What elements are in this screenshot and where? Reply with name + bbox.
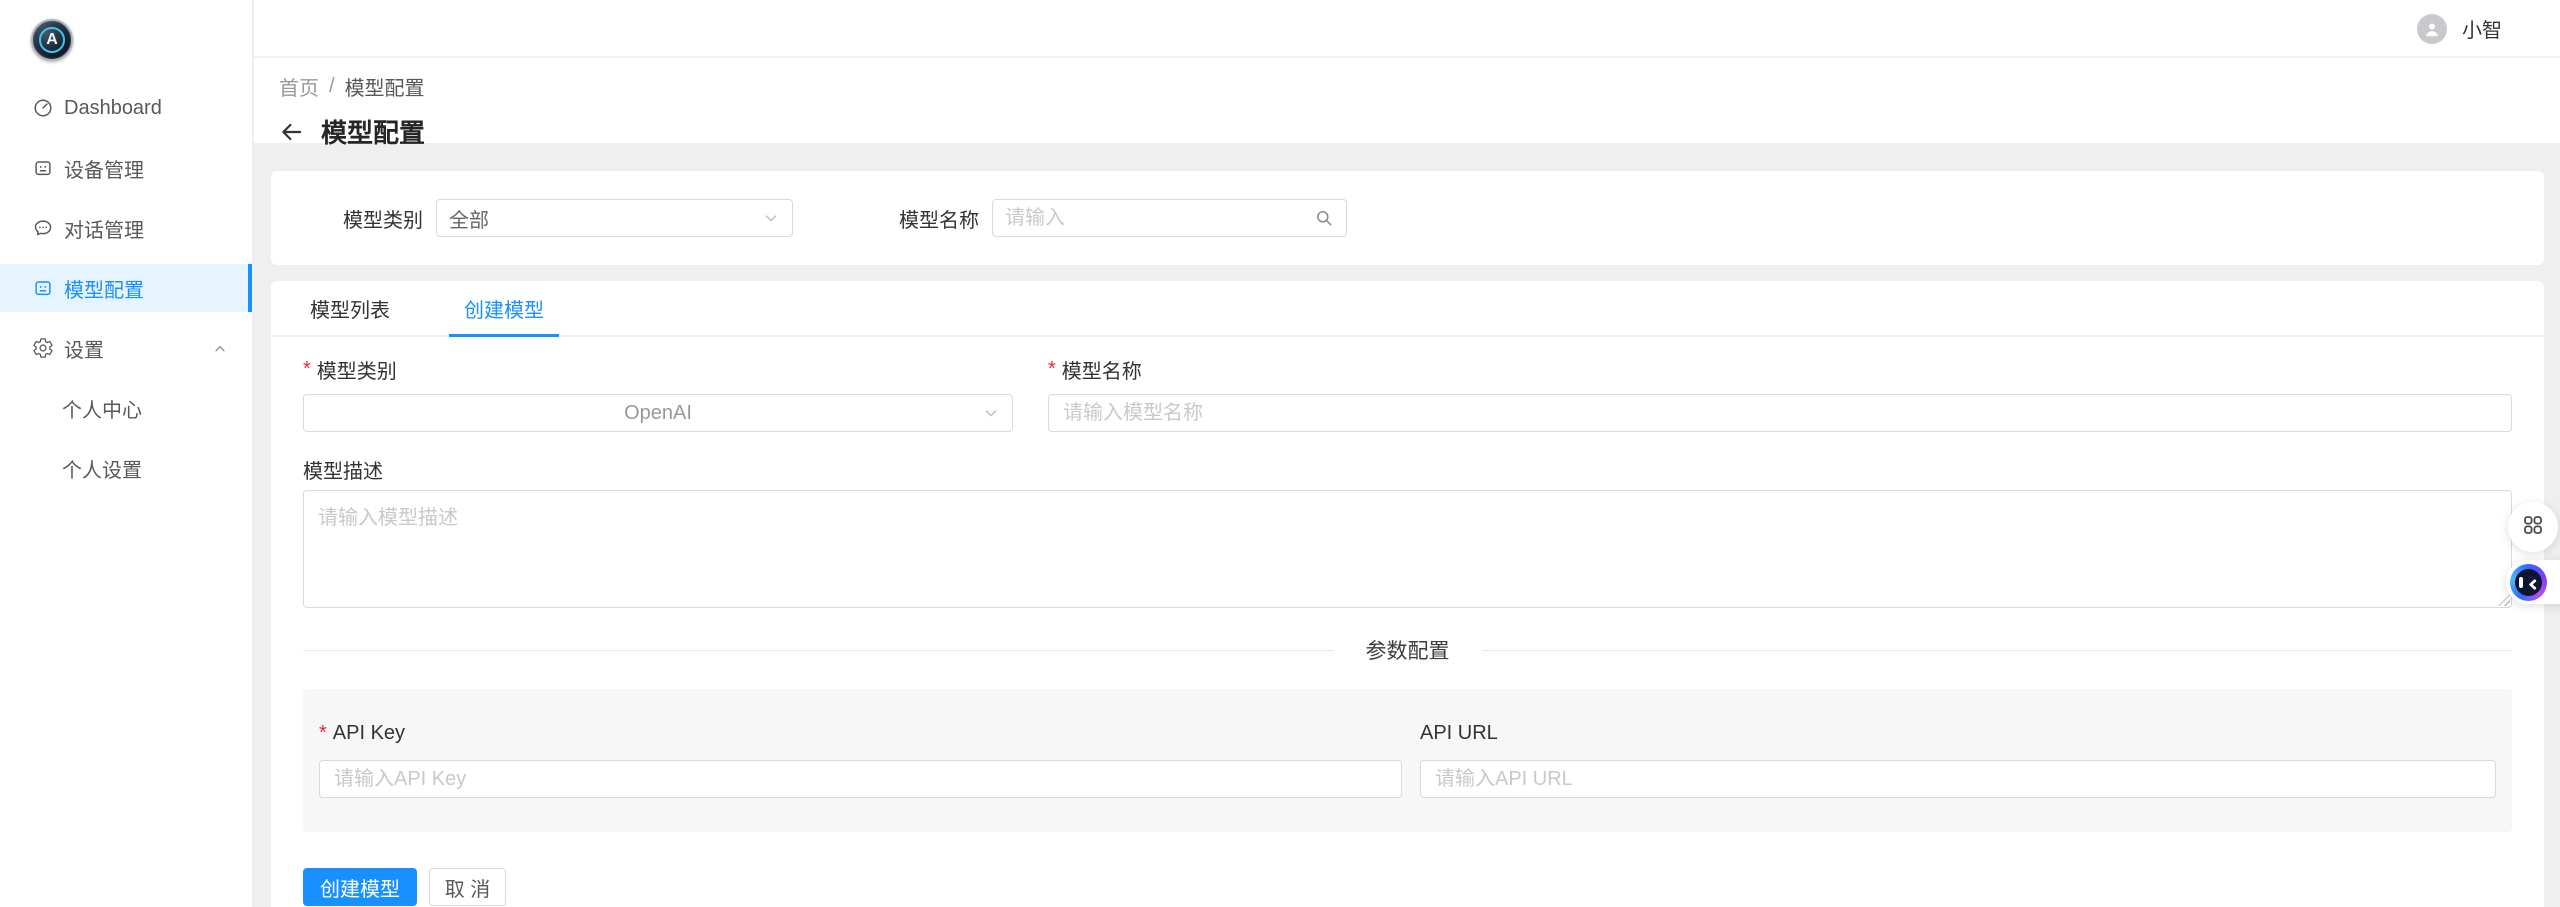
create-model-form: * 模型类别 OpenAI * 模型名称 模型描述 bbox=[271, 357, 2544, 906]
gear-icon bbox=[32, 337, 54, 359]
chat-icon bbox=[32, 217, 54, 239]
required-marker: * bbox=[1048, 358, 1056, 381]
filter-category-select[interactable]: 全部 bbox=[436, 199, 793, 237]
filter-category-label: 模型类别 bbox=[343, 204, 423, 233]
tab-label: 模型列表 bbox=[310, 294, 390, 323]
filter-name-input[interactable] bbox=[1005, 207, 1314, 230]
api-key-label: * API Key bbox=[319, 721, 1402, 745]
grid-icon bbox=[2521, 513, 2545, 542]
tab-create-model[interactable]: 创建模型 bbox=[449, 281, 559, 335]
sidebar-menu: Dashboard 设备管理 对话管理 模型配置 设置 bbox=[0, 84, 252, 504]
sidebar-item-device-management[interactable]: 设备管理 bbox=[0, 144, 252, 192]
assistant-robot-button[interactable] bbox=[2506, 560, 2560, 604]
tab-model-list[interactable]: 模型列表 bbox=[295, 281, 405, 335]
api-url-input[interactable] bbox=[1420, 760, 2496, 798]
create-model-button[interactable]: 创建模型 bbox=[303, 868, 417, 906]
required-marker: * bbox=[319, 722, 327, 745]
sidebar-item-model-config[interactable]: 模型配置 bbox=[0, 264, 252, 312]
chevron-up-icon bbox=[212, 340, 228, 356]
app-logo[interactable]: A bbox=[31, 19, 73, 61]
model-name-input[interactable] bbox=[1048, 394, 2512, 432]
model-category-select[interactable]: OpenAI bbox=[303, 394, 1013, 432]
param-config-divider: 参数配置 bbox=[303, 636, 2512, 664]
model-category-label: * 模型类别 bbox=[303, 357, 1013, 381]
chevron-down-icon bbox=[762, 209, 780, 227]
top-header: 小智 bbox=[254, 0, 2560, 57]
sidebar-item-dialog-management[interactable]: 对话管理 bbox=[0, 204, 252, 252]
form-actions: 创建模型 取 消 bbox=[303, 868, 2512, 906]
api-url-label: API URL bbox=[1420, 721, 2496, 745]
sidebar-item-settings[interactable]: 设置 bbox=[0, 324, 252, 372]
sidebar-item-dashboard[interactable]: Dashboard bbox=[0, 84, 252, 132]
sidebar-subitem-personal-center[interactable]: 个人中心 bbox=[0, 384, 252, 432]
breadcrumb-separator: / bbox=[329, 75, 335, 98]
model-description-textarea[interactable] bbox=[303, 490, 2512, 608]
filter-category-value: 全部 bbox=[449, 204, 489, 233]
sidebar-item-label: 设置 bbox=[64, 334, 104, 363]
sidebar-subitem-label: 个人中心 bbox=[62, 394, 142, 423]
sidebar-item-label: 模型配置 bbox=[64, 274, 144, 303]
model-description-field bbox=[303, 490, 2512, 608]
chevron-down-icon bbox=[982, 404, 1000, 422]
param-config-title: 参数配置 bbox=[1366, 635, 1450, 665]
page-title: 模型配置 bbox=[321, 113, 425, 150]
back-arrow-icon[interactable] bbox=[279, 119, 305, 145]
filter-name-field bbox=[992, 199, 1347, 237]
cancel-button[interactable]: 取 消 bbox=[429, 868, 506, 906]
model-name-label: * 模型名称 bbox=[1048, 357, 2512, 381]
username: 小智 bbox=[2462, 14, 2502, 43]
breadcrumb-home[interactable]: 首页 bbox=[279, 72, 319, 101]
sidebar-subitem-label: 个人设置 bbox=[62, 454, 142, 483]
avatar bbox=[2417, 14, 2447, 44]
model-config-card: 模型列表 创建模型 * 模型类别 OpenAI bbox=[271, 281, 2544, 907]
sidebar-subitem-personal-settings[interactable]: 个人设置 bbox=[0, 444, 252, 492]
param-config-panel: * API Key API URL bbox=[303, 689, 2512, 832]
api-key-input[interactable] bbox=[319, 760, 1402, 798]
tab-label: 创建模型 bbox=[464, 294, 544, 323]
logo-ring-icon: A bbox=[39, 27, 65, 53]
widget-grid-button[interactable] bbox=[2508, 502, 2558, 552]
sidebar-item-label: 设备管理 bbox=[64, 154, 144, 183]
robot-icon bbox=[2510, 564, 2547, 601]
settings-submenu: 个人中心 个人设置 bbox=[0, 384, 252, 492]
logo-letter: A bbox=[46, 32, 58, 48]
device-icon bbox=[32, 157, 54, 179]
filter-bar: 模型类别 全部 模型名称 bbox=[271, 171, 2544, 265]
sidebar-item-label: Dashboard bbox=[64, 97, 162, 120]
filter-name-label: 模型名称 bbox=[899, 204, 979, 233]
page-header: 首页 / 模型配置 模型配置 bbox=[254, 58, 2560, 143]
model-icon bbox=[32, 277, 54, 299]
breadcrumb: 首页 / 模型配置 bbox=[279, 72, 2560, 101]
search-icon[interactable] bbox=[1314, 208, 1334, 228]
tabbar: 模型列表 创建模型 bbox=[271, 281, 2544, 337]
dashboard-icon bbox=[32, 97, 54, 119]
required-marker: * bbox=[303, 358, 311, 381]
model-category-value: OpenAI bbox=[624, 402, 692, 425]
model-description-label: 模型描述 bbox=[303, 457, 2512, 481]
user-menu[interactable]: 小智 bbox=[2417, 0, 2502, 57]
sidebar-item-label: 对话管理 bbox=[64, 214, 144, 243]
sidebar: A Dashboard 设备管理 对话管理 模型配置 bbox=[0, 0, 253, 907]
breadcrumb-current: 模型配置 bbox=[345, 72, 425, 101]
